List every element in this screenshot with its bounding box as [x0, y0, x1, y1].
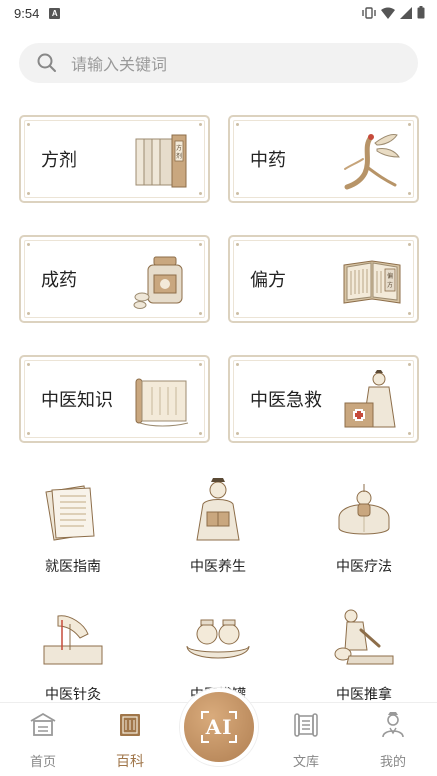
- scroll-books-icon: 方 剂: [135, 134, 187, 188]
- vibrate-icon: [362, 6, 376, 19]
- card-label: 中药: [250, 150, 286, 171]
- scan-frame-icon: [201, 711, 237, 743]
- nav-item-encyclopedia[interactable]: 百科: [100, 711, 160, 771]
- cupping-back-icon: [338, 484, 390, 535]
- profile-icon: [382, 712, 404, 738]
- notification-a-icon: A: [49, 7, 61, 19]
- search-placeholder: 请输入关键词: [71, 55, 168, 74]
- card-patent-medicine[interactable]: 成药: [19, 235, 210, 323]
- signal-icon: [400, 6, 412, 19]
- grid-item-medical-guide[interactable]: 就医指南: [13, 478, 133, 588]
- nav-item-home[interactable]: 首页: [13, 711, 73, 770]
- grid-label: 中医针灸: [45, 687, 101, 703]
- nav-item-profile[interactable]: 我的: [363, 711, 423, 770]
- grid-label: 就医指南: [45, 559, 101, 575]
- grid-label: 中医养生: [190, 559, 246, 575]
- open-book-icon: 偏 方: [343, 260, 401, 304]
- nav-item-library[interactable]: 文库: [276, 711, 336, 770]
- search-bar[interactable]: 请输入关键词: [19, 43, 418, 83]
- card-label: 中医急救: [250, 390, 322, 411]
- ginseng-icon: [344, 134, 400, 190]
- card-label: 偏方: [250, 270, 286, 291]
- card-label: 方剂: [41, 150, 77, 171]
- nav-label: 首页: [29, 755, 56, 770]
- cupping-jars-icon: [186, 619, 250, 659]
- svg-text:偏: 偏: [387, 272, 393, 280]
- card-label: 成药: [41, 270, 77, 291]
- status-time: 9:54: [14, 5, 40, 21]
- scholar-reading-icon: [196, 478, 240, 541]
- card-tcm-first-aid[interactable]: 中医急救: [228, 355, 419, 443]
- grid-item-massage[interactable]: 中医推拿: [304, 606, 424, 716]
- card-label: 中医知识: [41, 390, 113, 411]
- svg-text:方: 方: [387, 281, 393, 289]
- card-tcm-knowledge[interactable]: 中医知识: [19, 355, 210, 443]
- card-formulas[interactable]: 方剂 方 剂: [19, 115, 210, 203]
- doctor-first-aid-icon: [344, 370, 396, 428]
- nav-label: 百科: [116, 754, 144, 770]
- scroll-icon: [135, 378, 189, 427]
- grid-label: 中医疗法: [336, 559, 392, 575]
- ai-assistant-button[interactable]: AI: [180, 688, 258, 766]
- massage-icon: [334, 609, 394, 665]
- library-icon: [294, 713, 318, 737]
- status-icons: [362, 6, 425, 19]
- card-herbs[interactable]: 中药: [228, 115, 419, 203]
- encyclopedia-icon: [120, 714, 140, 736]
- nav-label: 文库: [292, 755, 319, 770]
- grid-label: 中医推拿: [336, 687, 392, 703]
- battery-icon: [417, 6, 425, 19]
- status-bar: 9:54 A: [0, 0, 437, 26]
- card-folk-remedies[interactable]: 偏方 偏 方: [228, 235, 419, 323]
- nav-label: 我的: [379, 755, 406, 770]
- wifi-icon: [381, 7, 395, 19]
- svg-text:剂: 剂: [176, 152, 182, 160]
- acupuncture-icon: [43, 615, 103, 665]
- grid-item-therapy[interactable]: 中医疗法: [304, 478, 424, 588]
- grid-item-acupuncture[interactable]: 中医针灸: [13, 606, 133, 716]
- grid-item-health-preservation[interactable]: 中医养生: [158, 478, 278, 588]
- medicine-bottle-icon: [133, 256, 183, 309]
- home-icon: [30, 712, 56, 736]
- search-icon: [37, 53, 56, 72]
- paper-notes-icon: [45, 485, 95, 541]
- svg-text:方: 方: [176, 144, 182, 152]
